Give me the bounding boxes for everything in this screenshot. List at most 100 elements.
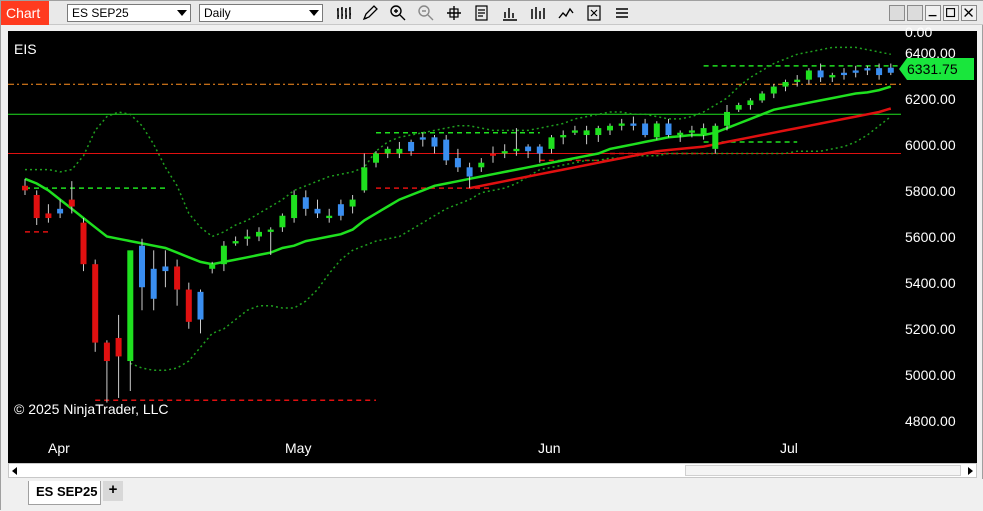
list-icon[interactable] xyxy=(613,4,631,22)
price-axis-label: 5400.00 xyxy=(905,275,956,291)
candle-body xyxy=(700,128,707,136)
price-axis-label: 5800.00 xyxy=(905,183,956,199)
candle-body xyxy=(197,291,204,320)
candle-body xyxy=(45,213,52,219)
bar-type-icon[interactable] xyxy=(335,4,353,22)
price-axis-label: 0.00 xyxy=(905,24,933,40)
zoom-in-icon[interactable] xyxy=(389,4,407,22)
candle-body xyxy=(185,289,192,322)
scroll-right-icon[interactable] xyxy=(968,467,973,475)
candle-body xyxy=(314,208,321,214)
candle-body xyxy=(747,100,754,106)
price-axis-label: 5600.00 xyxy=(905,229,956,245)
candle-body xyxy=(548,137,555,149)
candle-body xyxy=(735,105,742,110)
candle-body xyxy=(829,75,836,78)
candle-body xyxy=(361,167,368,191)
month-axis-label: Jul xyxy=(780,440,798,456)
ma-slow-line xyxy=(469,107,892,190)
chart-style-icon[interactable] xyxy=(501,4,519,22)
candle-body xyxy=(326,215,333,219)
copyright-text: © 2025 NinjaTrader, LLC xyxy=(14,401,169,417)
candle-body xyxy=(279,215,286,228)
candle-body xyxy=(80,222,87,265)
maximize-icon[interactable] xyxy=(943,5,959,21)
month-axis-label: Jun xyxy=(538,440,561,456)
chart-toolbar: Chart ES SEP25 Daily xyxy=(1,1,983,25)
candle-body xyxy=(618,123,625,126)
properties-icon[interactable] xyxy=(585,4,603,22)
candle-body xyxy=(139,245,145,288)
draw-pencil-icon[interactable] xyxy=(361,4,379,22)
indicators-icon[interactable] xyxy=(529,4,547,22)
chevron-down-icon xyxy=(177,10,187,16)
candle-body xyxy=(653,123,660,138)
chart-window: Chart ES SEP25 Daily EIS © 2025 NinjaTra… xyxy=(0,0,983,511)
month-axis-label: Apr xyxy=(48,440,70,456)
candle-body xyxy=(256,231,262,237)
candle-body xyxy=(595,128,602,136)
instrument-select-value: ES SEP25 xyxy=(72,6,129,20)
instrument-label: EIS xyxy=(14,41,37,57)
candle-body xyxy=(501,151,508,154)
tab-es-sep25[interactable]: ES SEP25 xyxy=(28,481,101,505)
crosshair-icon[interactable] xyxy=(445,4,463,22)
restore-down-icon[interactable] xyxy=(889,5,905,21)
instrument-select[interactable]: ES SEP25 xyxy=(67,4,191,22)
candle-body xyxy=(490,153,496,156)
candle-body xyxy=(887,67,894,73)
minimize-icon[interactable] xyxy=(925,5,941,21)
candle-body xyxy=(92,264,99,343)
candle-body xyxy=(677,132,684,136)
scroll-left-icon[interactable] xyxy=(12,467,17,475)
candle-body xyxy=(864,68,871,71)
candle-body xyxy=(782,81,789,87)
candle-body xyxy=(443,139,450,161)
band-lower-line xyxy=(130,116,892,372)
candle-body xyxy=(525,146,532,152)
chart-title-tab[interactable]: Chart xyxy=(1,1,49,25)
candle-body xyxy=(688,130,695,133)
price-axis-label: 6000.00 xyxy=(905,137,956,153)
scroll-thumb[interactable] xyxy=(685,465,961,476)
candle-body xyxy=(583,130,590,136)
candle-body xyxy=(876,68,883,76)
candle-body xyxy=(794,79,801,82)
candle-body xyxy=(571,130,578,133)
candle-body xyxy=(267,229,274,232)
candle-body xyxy=(22,185,28,191)
candle-body xyxy=(115,337,122,357)
candle-body xyxy=(712,125,719,149)
data-box-icon[interactable] xyxy=(473,4,491,22)
period-select[interactable]: Daily xyxy=(199,4,323,22)
candle-body xyxy=(665,123,672,136)
candle-body xyxy=(337,204,344,216)
candle-body xyxy=(841,72,847,76)
candle-body xyxy=(384,148,391,154)
price-chart[interactable] xyxy=(8,31,977,463)
zoom-out-icon[interactable] xyxy=(417,4,435,22)
month-axis-label: May xyxy=(285,440,312,456)
period-select-value: Daily xyxy=(204,6,231,20)
candle-body xyxy=(33,194,40,219)
candle-body xyxy=(852,70,859,73)
candle-body xyxy=(408,141,415,152)
candle-body xyxy=(57,208,64,214)
candle-body xyxy=(770,86,777,94)
horizontal-scrollbar[interactable] xyxy=(8,463,977,478)
strategies-icon[interactable] xyxy=(557,4,575,22)
chart-panel[interactable] xyxy=(8,31,977,463)
candle-body xyxy=(454,158,461,168)
candle-body xyxy=(805,70,812,80)
add-tab-button[interactable]: + xyxy=(103,481,123,501)
candle-body xyxy=(150,268,157,299)
close-icon[interactable] xyxy=(961,5,977,21)
candle-body xyxy=(232,241,239,244)
candle-body xyxy=(642,123,649,136)
candle-body xyxy=(513,148,520,152)
candle-body xyxy=(162,266,169,272)
snap-icon[interactable] xyxy=(907,5,923,21)
candle-body xyxy=(630,123,637,126)
price-axis-label: 5000.00 xyxy=(905,367,956,383)
candle-body xyxy=(466,167,473,177)
